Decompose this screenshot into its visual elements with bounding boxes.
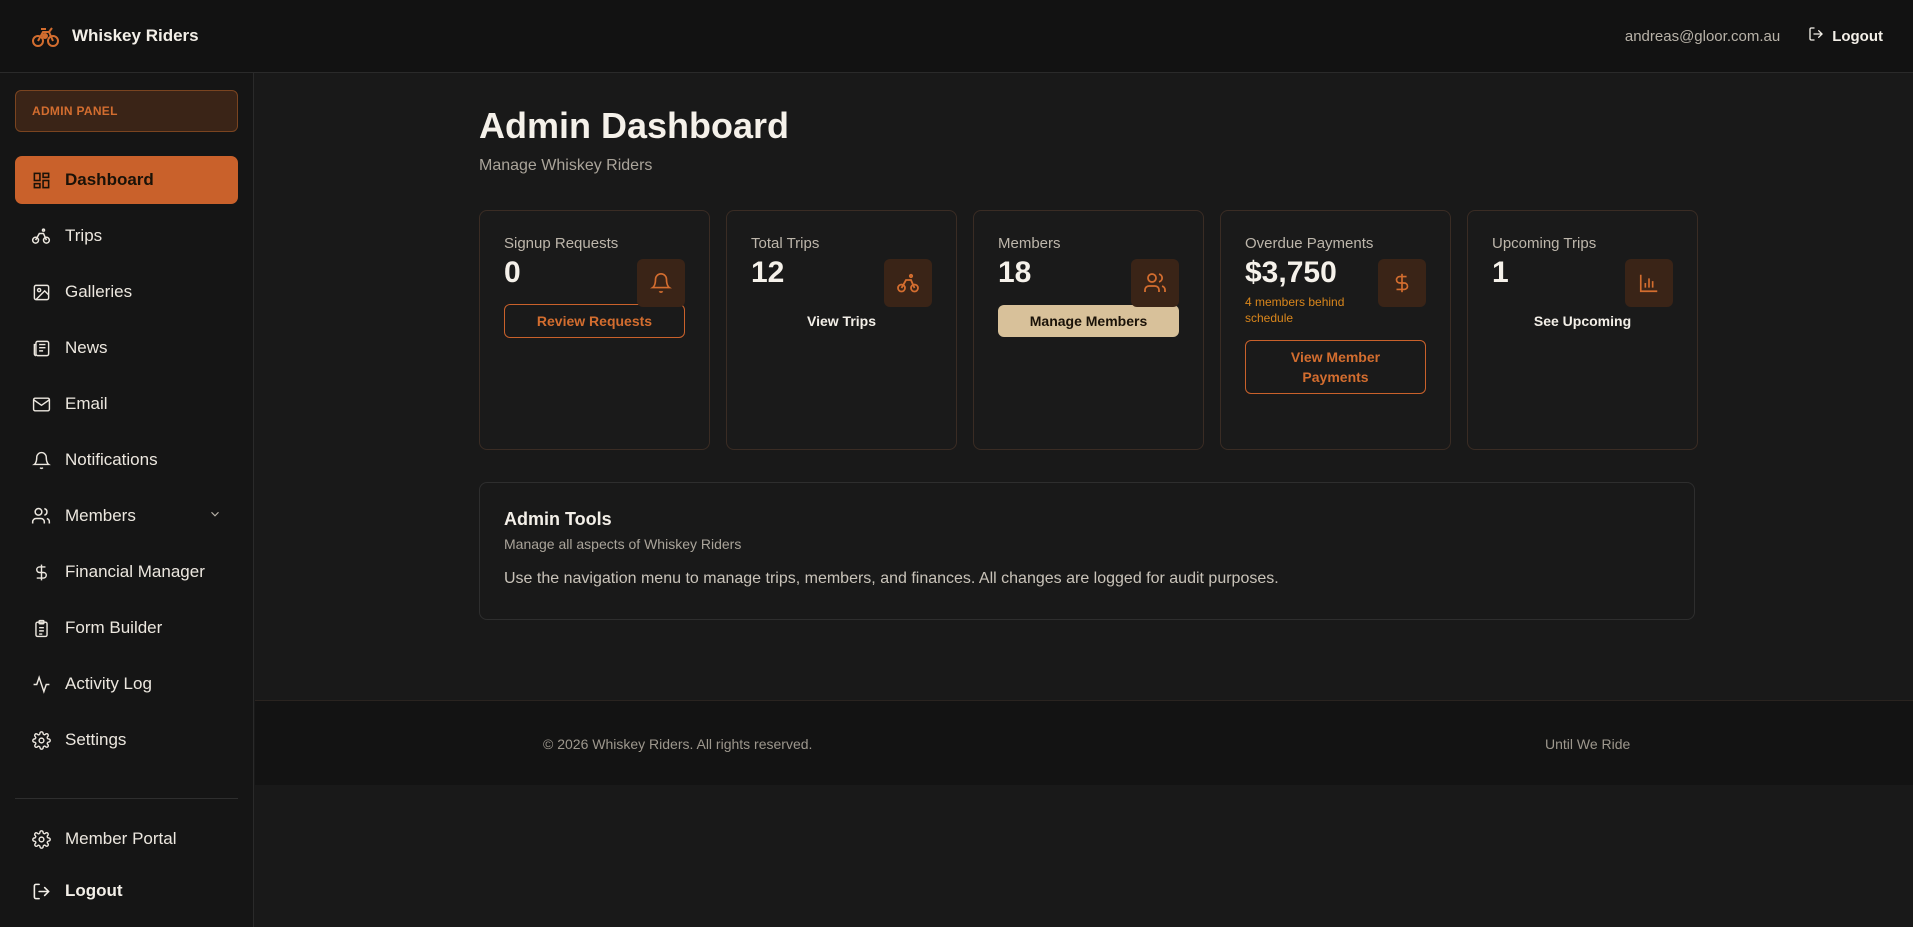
user-email: andreas@gloor.com.au bbox=[1624, 27, 1781, 45]
admin-tools-subtitle: Manage all aspects of Whiskey Riders bbox=[504, 536, 742, 552]
users-icon bbox=[31, 506, 51, 526]
sidebar-item-news[interactable]: News bbox=[15, 324, 238, 372]
sidebar-item-email[interactable]: Email bbox=[15, 380, 238, 428]
chevron-down-icon[interactable] bbox=[208, 506, 222, 526]
sidebar-item-label: News bbox=[65, 338, 108, 357]
sidebar-item-label: Email bbox=[65, 394, 108, 413]
logout-icon bbox=[31, 881, 51, 901]
admin-tools-panel: Admin Tools Manage all aspects of Whiske… bbox=[479, 482, 1695, 620]
sidebar-item-member-portal[interactable]: Member Portal bbox=[15, 815, 238, 863]
stat-card-label: Total Trips bbox=[751, 235, 820, 252]
mail-icon bbox=[31, 394, 51, 414]
sidebar-item-label: Logout bbox=[65, 881, 123, 900]
sidebar-item-label: Trips bbox=[65, 226, 103, 245]
logout-icon bbox=[1808, 26, 1824, 46]
bike-icon bbox=[31, 226, 51, 246]
activity-icon bbox=[31, 674, 51, 694]
see-upcoming-button[interactable]: See Upcoming bbox=[1492, 304, 1673, 338]
stat-card-members: Members 18 Manage Members bbox=[973, 210, 1204, 450]
stat-card-total-trips: Total Trips 12 View Trips bbox=[726, 210, 957, 450]
sidebar-item-label: Dashboard bbox=[65, 170, 154, 189]
sidebar-item-notifications[interactable]: Notifications bbox=[15, 436, 238, 484]
sidebar-item-label: Settings bbox=[65, 730, 127, 749]
stat-card-upcoming-trips: Upcoming Trips 1 See Upcoming bbox=[1467, 210, 1698, 450]
image-icon bbox=[31, 282, 51, 302]
sidebar-item-form-builder[interactable]: Form Builder bbox=[15, 604, 238, 652]
gear-icon bbox=[31, 829, 51, 849]
sidebar: ADMIN PANEL Dashboard Trips Galleries Ne… bbox=[0, 73, 254, 927]
page-subtitle: Manage Whiskey Riders bbox=[479, 157, 653, 174]
dashboard-icon bbox=[31, 170, 51, 190]
footer: © 2026 Whiskey Riders. All rights reserv… bbox=[255, 700, 1913, 785]
admin-tools-description: Use the navigation menu to manage trips,… bbox=[504, 570, 1279, 587]
stat-card-signup-requests: Signup Requests 0 Review Requests bbox=[479, 210, 710, 450]
brand-name: Whiskey Riders bbox=[72, 26, 199, 45]
top-logout-label: Logout bbox=[1832, 27, 1883, 45]
sidebar-item-dashboard[interactable]: Dashboard bbox=[15, 156, 238, 204]
stat-card-label: Upcoming Trips bbox=[1492, 235, 1597, 252]
sidebar-nav: Dashboard Trips Galleries News Email Not… bbox=[15, 156, 238, 764]
sidebar-item-trips[interactable]: Trips bbox=[15, 212, 238, 260]
footer-tagline: Until We Ride bbox=[1545, 736, 1631, 752]
view-member-payments-button[interactable]: View Member Payments bbox=[1245, 340, 1426, 394]
users-icon bbox=[1131, 259, 1179, 307]
sidebar-divider bbox=[15, 798, 238, 799]
stat-card-label: Signup Requests bbox=[504, 235, 619, 252]
bell-icon bbox=[31, 450, 51, 470]
sidebar-item-members[interactable]: Members bbox=[15, 492, 238, 540]
sidebar-item-label: Notifications bbox=[65, 450, 158, 469]
stat-card-label: Members bbox=[998, 235, 1061, 252]
top-logout-button[interactable]: Logout bbox=[1808, 26, 1883, 46]
bike-icon bbox=[884, 259, 932, 307]
footer-copyright: © 2026 Whiskey Riders. All rights reserv… bbox=[543, 736, 813, 752]
dollar-icon bbox=[1378, 259, 1426, 307]
admin-panel-badge: ADMIN PANEL bbox=[15, 90, 238, 132]
sidebar-item-label: Financial Manager bbox=[65, 562, 205, 581]
clipboard-icon bbox=[31, 618, 51, 638]
newspaper-icon bbox=[31, 338, 51, 358]
sidebar-bottom: Member Portal Logout bbox=[15, 815, 238, 919]
motorcycle-logo-icon bbox=[30, 21, 60, 51]
review-requests-button[interactable]: Review Requests bbox=[504, 304, 685, 338]
sidebar-item-label: Form Builder bbox=[65, 618, 163, 637]
dollar-icon bbox=[31, 562, 51, 582]
sidebar-item-settings[interactable]: Settings bbox=[15, 716, 238, 764]
stat-card-overdue-payments: Overdue Payments $3,750 4 members behind… bbox=[1220, 210, 1451, 450]
sidebar-item-label: Activity Log bbox=[65, 674, 152, 693]
view-trips-button[interactable]: View Trips bbox=[751, 304, 932, 338]
manage-members-button[interactable]: Manage Members bbox=[998, 305, 1179, 337]
top-bar: Whiskey Riders andreas@gloor.com.au Logo… bbox=[0, 0, 1913, 73]
admin-tools-title: Admin Tools bbox=[504, 509, 612, 529]
sidebar-item-activity-log[interactable]: Activity Log bbox=[15, 660, 238, 708]
bell-icon bbox=[637, 259, 685, 307]
stat-card-label: Overdue Payments bbox=[1245, 235, 1374, 252]
sidebar-item-financial-manager[interactable]: Financial Manager bbox=[15, 548, 238, 596]
sidebar-item-label: Member Portal bbox=[65, 829, 177, 848]
main-content: Admin Dashboard Manage Whiskey Riders Si… bbox=[255, 73, 1913, 927]
sidebar-item-galleries[interactable]: Galleries bbox=[15, 268, 238, 316]
overdue-note: 4 members behind schedule bbox=[1245, 295, 1345, 325]
sidebar-logout-button[interactable]: Logout bbox=[15, 867, 238, 915]
gear-icon bbox=[31, 730, 51, 750]
brand[interactable]: Whiskey Riders bbox=[30, 21, 199, 51]
sidebar-item-label: Galleries bbox=[65, 282, 133, 301]
page-title: Admin Dashboard bbox=[479, 105, 790, 146]
bar-chart-icon bbox=[1625, 259, 1673, 307]
stat-cards: Signup Requests 0 Review Requests Total … bbox=[479, 210, 1698, 450]
sidebar-item-label: Members bbox=[65, 506, 136, 525]
